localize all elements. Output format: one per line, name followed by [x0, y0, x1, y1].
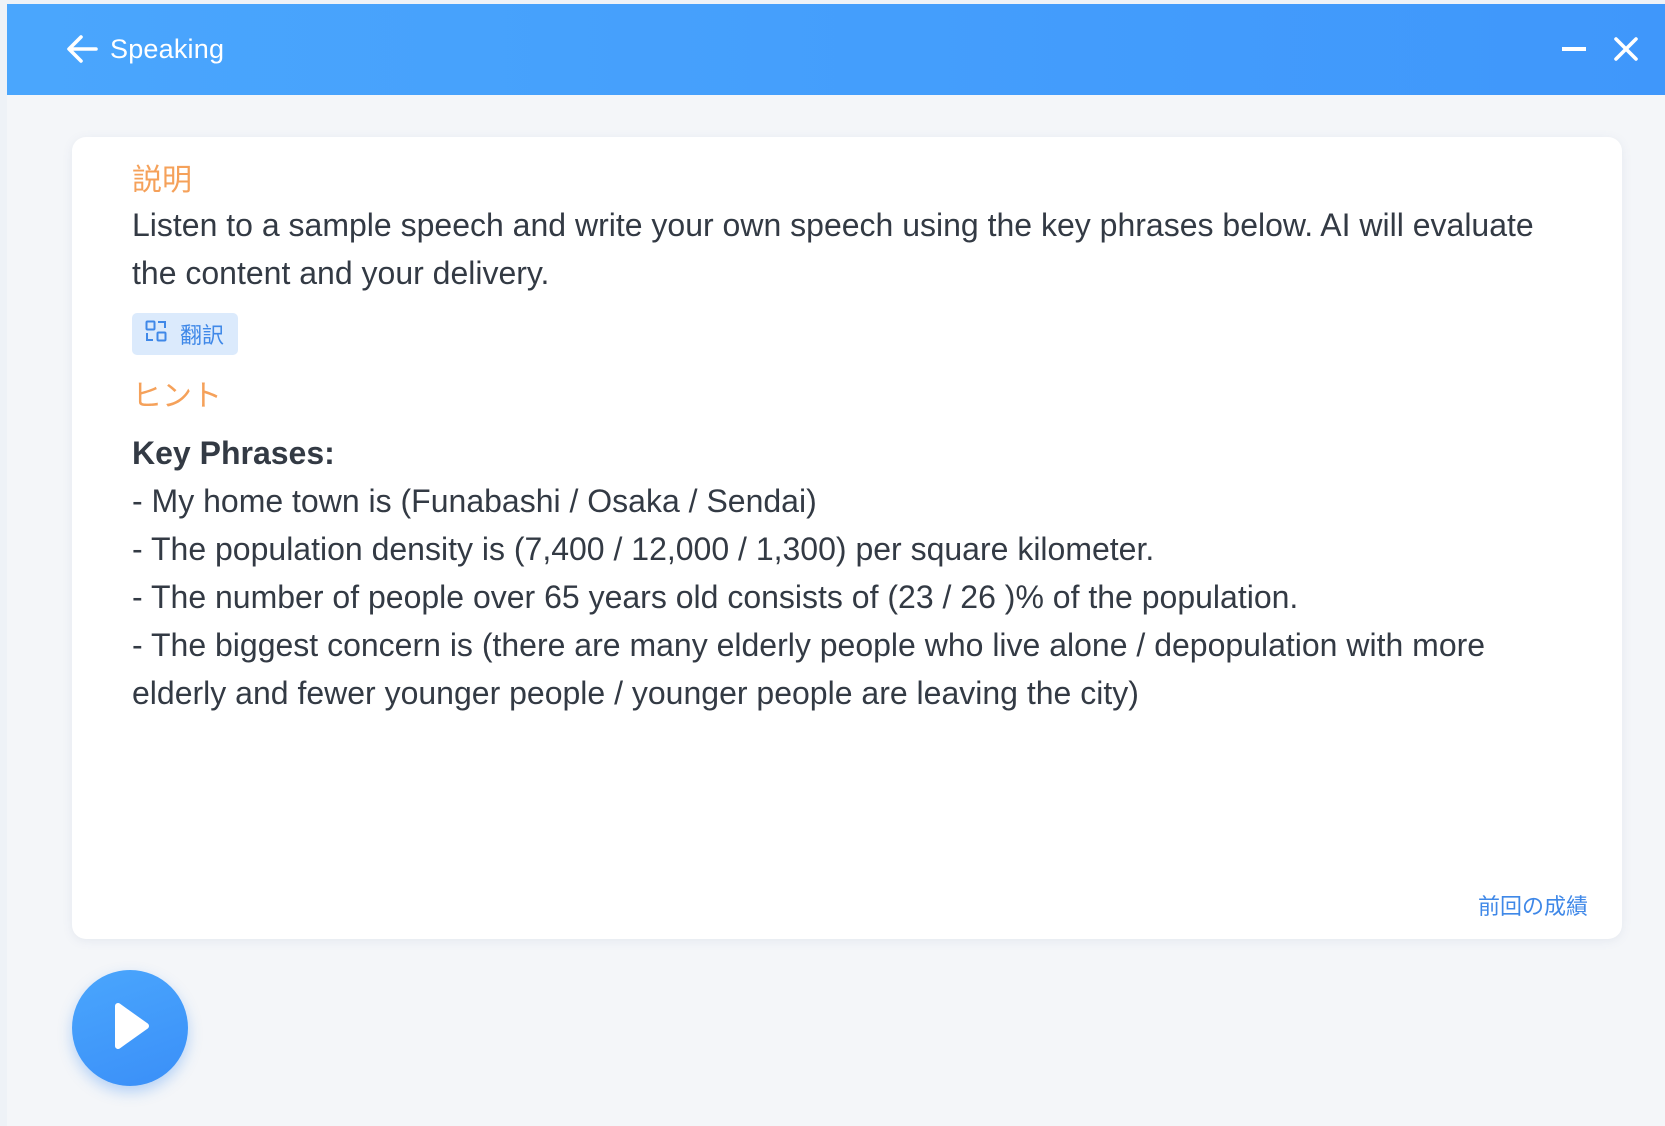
close-button[interactable]	[1609, 34, 1643, 68]
window-title: Speaking	[110, 33, 225, 64]
hint-body: Key Phrases: - My home town is (Funabash…	[132, 429, 1552, 717]
translate-icon	[144, 319, 168, 349]
key-phrase-line: - The biggest concern is (there are many…	[132, 627, 1486, 711]
app-window: Speaking 説明 Listen to a sample speech an…	[7, 4, 1665, 1126]
minimize-icon	[1560, 35, 1588, 68]
close-icon	[1612, 35, 1640, 68]
back-button[interactable]: Speaking	[64, 31, 224, 67]
play-icon	[108, 1000, 152, 1057]
card-content: 説明 Listen to a sample speech and write y…	[132, 161, 1552, 717]
instruction-card: 説明 Listen to a sample speech and write y…	[72, 137, 1622, 939]
play-button[interactable]	[72, 970, 188, 1086]
key-phrase-line: - The number of people over 65 years old…	[132, 579, 1299, 615]
key-phrase-line: - The population density is (7,400 / 12,…	[132, 531, 1155, 567]
key-phrase-line: - My home town is (Funabashi / Osaka / S…	[132, 483, 817, 519]
arrow-left-icon	[64, 31, 100, 67]
title-bar: Speaking	[7, 4, 1665, 95]
description-text: Listen to a sample speech and write your…	[132, 207, 1534, 291]
key-phrases-heading: Key Phrases:	[132, 435, 335, 471]
description-label: 説明	[132, 163, 192, 198]
hint-label: ヒント	[132, 379, 222, 414]
previous-result-link[interactable]: 前回の成績	[1478, 889, 1588, 921]
window-controls	[1557, 34, 1643, 68]
translate-label: 翻訳	[180, 324, 225, 349]
minimize-button[interactable]	[1557, 34, 1591, 68]
translate-button[interactable]: 翻訳	[132, 313, 239, 355]
